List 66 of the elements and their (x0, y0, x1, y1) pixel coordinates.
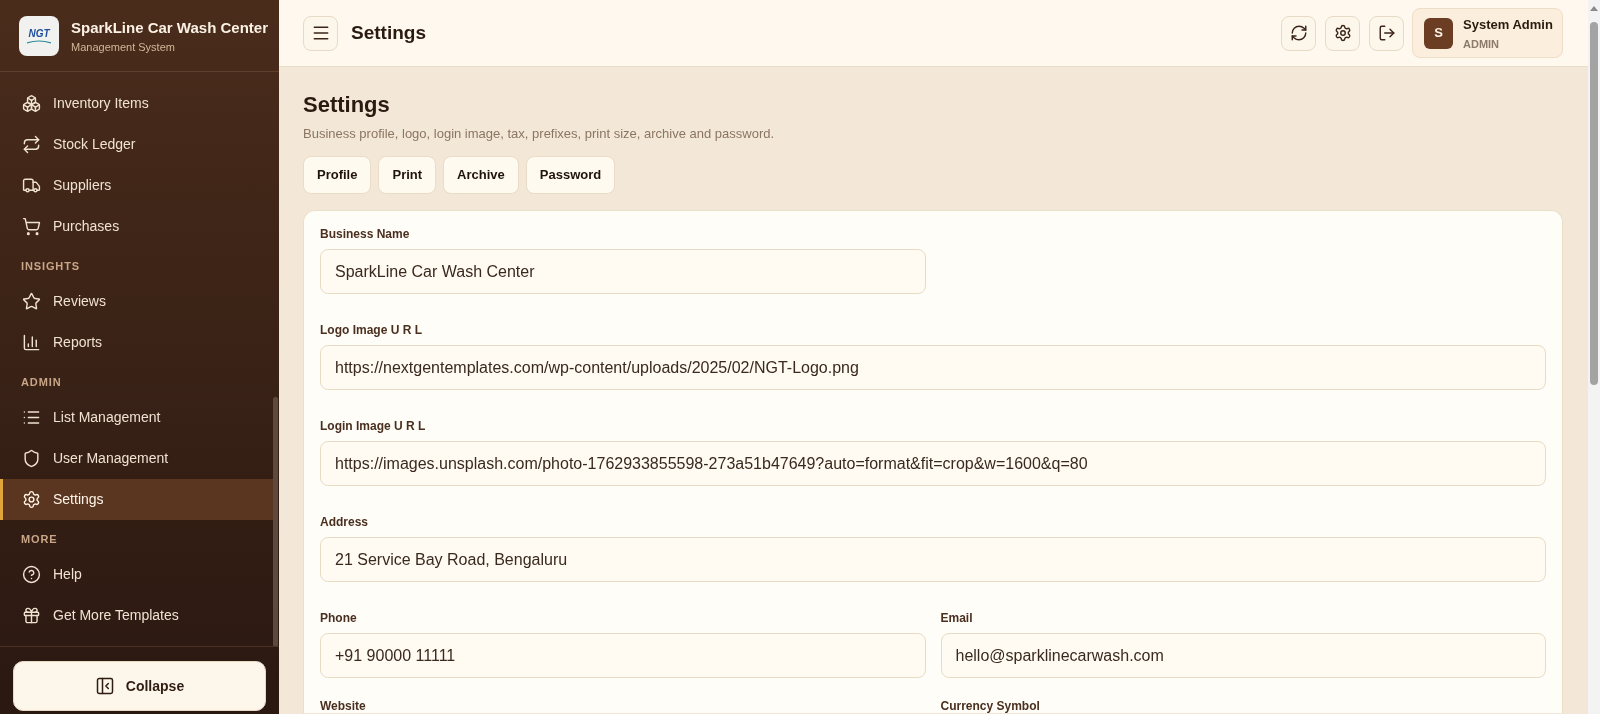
repeat-arrows-icon (22, 135, 41, 154)
cart-icon (22, 217, 41, 236)
help-icon (22, 565, 41, 584)
tab[interactable]: Password (525, 156, 616, 194)
field-label: Login Image U R L (320, 419, 427, 433)
input-field[interactable]: https://images.unsplash.com/photo-1762933855598-273a51b47649?auto=format&fit=crop&w=1600&q=80 (320, 441, 1546, 486)
truck-icon (22, 176, 41, 195)
scrollbar-thumb[interactable] (1590, 22, 1598, 385)
user-role: ADMIN (1463, 36, 1500, 51)
avatar: S (1424, 17, 1453, 49)
input-field[interactable]: https://nextgentemplates.com/wp-content/uploads/2025/02/NGT-Logo.png (320, 345, 1546, 390)
collapse-button[interactable]: Collapse (13, 661, 266, 711)
list-icon (22, 408, 41, 427)
field-label: Logo Image U R L (320, 323, 423, 337)
tab[interactable]: Print (378, 156, 437, 194)
nav-item[interactable]: Help (0, 554, 273, 595)
menu-button[interactable] (303, 15, 338, 51)
settings-icon (1333, 24, 1352, 42)
field-label: Currency Symbol (940, 699, 1041, 713)
field-label: Business Name (320, 227, 411, 241)
input-field[interactable]: SparkLine Car Wash Center (320, 249, 926, 294)
page-title: Settings (303, 91, 391, 119)
tab[interactable]: Profile (303, 156, 372, 194)
settings-button[interactable] (1325, 15, 1360, 51)
input-field[interactable]: +91 90000 11111 (320, 633, 926, 678)
settings-icon (22, 490, 41, 509)
nav-item[interactable]: Inventory Items (0, 83, 273, 124)
refresh-button[interactable] (1281, 15, 1316, 51)
section-label: MORE (21, 532, 59, 547)
input-field[interactable]: 21 Service Bay Road, Bengaluru (320, 537, 1546, 582)
scrollbar-thumb[interactable] (273, 397, 278, 646)
tab[interactable]: Archive (443, 156, 519, 194)
nav-item[interactable]: Reports (0, 322, 273, 363)
star-icon (22, 292, 41, 311)
field-label: Website (320, 699, 367, 713)
brand-title: SparkLine Car Wash Center (71, 17, 268, 37)
nav-item[interactable]: Settings (0, 479, 273, 520)
nav-item[interactable]: User Management (0, 438, 273, 479)
nav-item[interactable]: Reviews (0, 281, 273, 322)
logout-button[interactable] (1369, 15, 1404, 51)
refresh-icon (1289, 24, 1308, 42)
nav-item[interactable]: Suppliers (0, 165, 273, 206)
field-label: Address (320, 515, 370, 529)
gift-icon (22, 606, 41, 625)
field-label: Phone (320, 611, 358, 625)
nav-item[interactable]: Stock Ledger (0, 124, 273, 165)
input-field[interactable]: hello@sparklinecarwash.com (940, 633, 1546, 678)
page-subtitle: Business profile, logo, login image, tax, prefixes, print size, archive and password. (303, 125, 776, 143)
nav-item[interactable]: Purchases (0, 206, 273, 247)
field-label: Email (940, 611, 974, 625)
user-name: System Admin (1463, 15, 1553, 33)
user-menu-button[interactable]: S System Admin ADMIN (1412, 8, 1563, 58)
collapse-icon (94, 676, 115, 696)
brand-subtitle: Management System (71, 39, 176, 54)
boxes-icon (22, 94, 41, 113)
logout-icon (1377, 24, 1396, 42)
section-label: ADMIN (21, 375, 63, 390)
logo-text: NGT (28, 27, 50, 39)
header-title: Settings (351, 20, 426, 45)
nav-item[interactable]: Get More Templates (0, 595, 273, 636)
swoosh-icon (27, 39, 51, 44)
shield-icon (22, 449, 41, 468)
nav-item[interactable]: List Management (0, 397, 273, 438)
scroll-up-arrow-icon[interactable] (1590, 6, 1598, 11)
section-label: INSIGHTS (21, 259, 81, 274)
bar-chart-icon (22, 333, 41, 352)
